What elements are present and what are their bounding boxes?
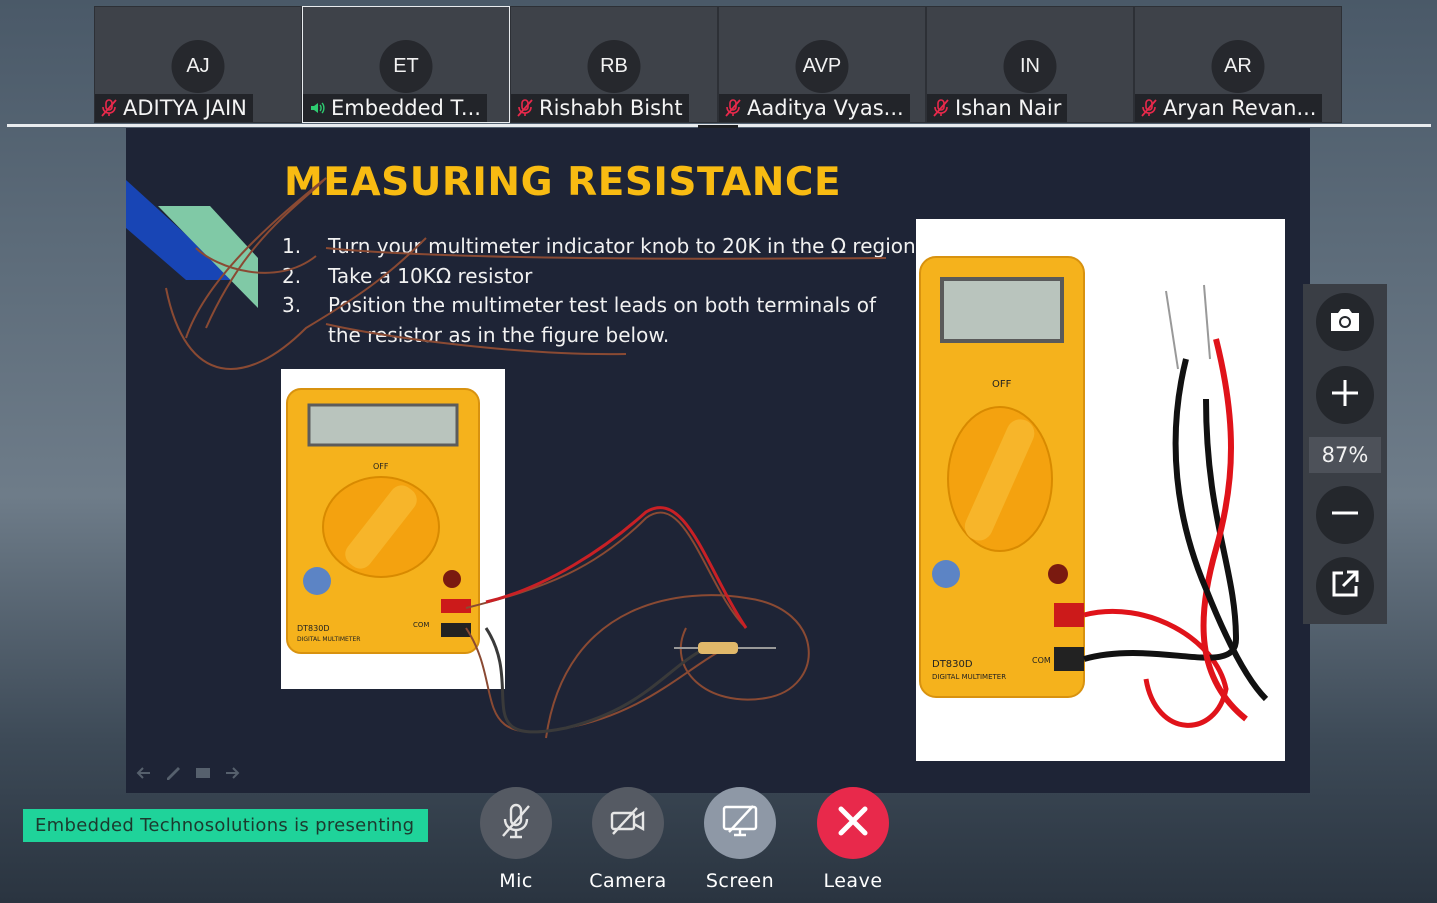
zoom-out-button[interactable] bbox=[1316, 486, 1374, 544]
camera-icon bbox=[1328, 307, 1362, 337]
participants-strip: AJ ADITYA JAIN ET Embedded T... RB Risha… bbox=[94, 6, 1343, 123]
step-number: 3. bbox=[282, 293, 302, 317]
meter-model: DT830D bbox=[932, 659, 973, 670]
camera-control: Camera bbox=[573, 787, 683, 892]
list-item: 1. Turn your multimeter indicator knob t… bbox=[282, 232, 928, 262]
participant-name: ADITYA JAIN bbox=[123, 96, 247, 120]
participant-namebar: Rishabh Bisht bbox=[511, 94, 689, 122]
snapshot-button[interactable] bbox=[1316, 293, 1374, 351]
participant-tile[interactable]: AVP Aaditya Vyas... bbox=[718, 6, 926, 123]
participant-tile[interactable]: AJ ADITYA JAIN bbox=[94, 6, 302, 123]
meter-off: OFF bbox=[373, 462, 389, 471]
zoom-level: 87% bbox=[1309, 437, 1381, 473]
plus-icon bbox=[1330, 378, 1360, 412]
multimeter-icon: DT830D DIGITAL MULTIMETER OFF COM bbox=[286, 388, 480, 654]
participant-name: Embedded T... bbox=[331, 96, 481, 120]
participant-namebar: Aaditya Vyas... bbox=[719, 94, 910, 122]
mic-off-icon bbox=[933, 98, 949, 118]
meter-com: COM bbox=[1032, 656, 1051, 665]
zoom-toolbar: 87% bbox=[1303, 284, 1387, 624]
speaker-icon bbox=[309, 98, 325, 118]
participant-name: Aaditya Vyas... bbox=[747, 96, 904, 120]
screen-share-button[interactable] bbox=[704, 787, 776, 859]
mic-button[interactable] bbox=[480, 787, 552, 859]
meter-subtitle: DIGITAL MULTIMETER bbox=[297, 636, 360, 643]
screen-label: Screen bbox=[705, 870, 775, 892]
shared-slide: MEASURING RESISTANCE 1. Turn your multim… bbox=[126, 128, 1310, 793]
slide-steps: 1. Turn your multimeter indicator knob t… bbox=[282, 232, 928, 350]
minus-icon bbox=[1330, 498, 1360, 532]
mic-off-icon bbox=[725, 98, 741, 118]
multimeter-icon: DT830D DIGITAL MULTIMETER OFF COM bbox=[919, 256, 1269, 728]
leave-label: Leave bbox=[823, 870, 883, 892]
avatar: IN bbox=[1003, 40, 1057, 93]
camera-off-icon bbox=[609, 806, 647, 840]
mic-control: Mic bbox=[461, 787, 571, 892]
slide-navigation bbox=[134, 766, 242, 780]
participant-namebar: Aryan Revan... bbox=[1135, 94, 1323, 122]
slide-decoration bbox=[126, 180, 258, 308]
list-item: 2. Take a 10KΩ resistor bbox=[282, 262, 928, 292]
camera-label: Camera bbox=[589, 870, 667, 892]
avatar: AJ bbox=[171, 40, 225, 93]
mic-off-icon bbox=[1141, 98, 1157, 118]
participant-tile[interactable]: ET Embedded T... bbox=[302, 6, 510, 123]
next-slide-icon[interactable] bbox=[224, 766, 242, 780]
step-text: Turn your multimeter indicator knob to 2… bbox=[328, 234, 923, 258]
presenting-banner: Embedded Technosolutions is presenting bbox=[23, 809, 428, 842]
close-icon bbox=[836, 804, 870, 842]
slides-icon[interactable] bbox=[194, 766, 212, 780]
leave-control: Leave bbox=[798, 787, 908, 892]
participant-namebar: Embedded T... bbox=[303, 94, 487, 122]
pop-out-button[interactable] bbox=[1316, 557, 1374, 615]
mic-off-icon bbox=[517, 98, 533, 118]
participant-name: Ishan Nair bbox=[955, 96, 1062, 120]
camera-button[interactable] bbox=[592, 787, 664, 859]
avatar: AR bbox=[1211, 40, 1265, 93]
mic-off-icon bbox=[499, 802, 533, 844]
participant-tile[interactable]: RB Rishabh Bisht bbox=[510, 6, 718, 123]
slide-title: MEASURING RESISTANCE bbox=[284, 160, 842, 205]
avatar: ET bbox=[379, 40, 433, 93]
step-text: Position the multimeter test leads on bo… bbox=[328, 293, 877, 347]
multimeter-photo-small: DT830D DIGITAL MULTIMETER OFF COM bbox=[281, 369, 505, 689]
previous-slide-icon[interactable] bbox=[134, 766, 152, 780]
meter-off: OFF bbox=[992, 379, 1012, 390]
participant-name: Aryan Revan... bbox=[1163, 96, 1317, 120]
mic-label: Mic bbox=[499, 870, 533, 892]
participant-namebar: Ishan Nair bbox=[927, 94, 1068, 122]
meter-model: DT830D bbox=[297, 624, 329, 633]
participant-name: Rishabh Bisht bbox=[539, 96, 683, 120]
screen-control: Screen bbox=[685, 787, 795, 892]
step-text: Take a 10KΩ resistor bbox=[328, 263, 533, 288]
external-link-icon bbox=[1330, 569, 1360, 603]
zoom-in-button[interactable] bbox=[1316, 366, 1374, 424]
participant-tile[interactable]: IN Ishan Nair bbox=[926, 6, 1134, 123]
meter-subtitle: DIGITAL MULTIMETER bbox=[932, 673, 1006, 681]
step-number: 1. bbox=[282, 234, 302, 258]
pen-icon[interactable] bbox=[164, 766, 182, 780]
participant-namebar: ADITYA JAIN bbox=[95, 94, 253, 122]
avatar: RB bbox=[587, 40, 641, 93]
step-number: 2. bbox=[282, 263, 302, 288]
mic-off-icon bbox=[101, 98, 117, 118]
participant-tile[interactable]: AR Aryan Revan... bbox=[1134, 6, 1342, 123]
avatar: AVP bbox=[795, 40, 849, 93]
screen-share-off-icon bbox=[721, 804, 759, 842]
multimeter-photo-large: DT830D DIGITAL MULTIMETER OFF COM bbox=[916, 219, 1285, 761]
leave-button[interactable] bbox=[817, 787, 889, 859]
list-item: 3. Position the multimeter test leads on… bbox=[282, 291, 928, 350]
meter-com: COM bbox=[413, 621, 429, 629]
